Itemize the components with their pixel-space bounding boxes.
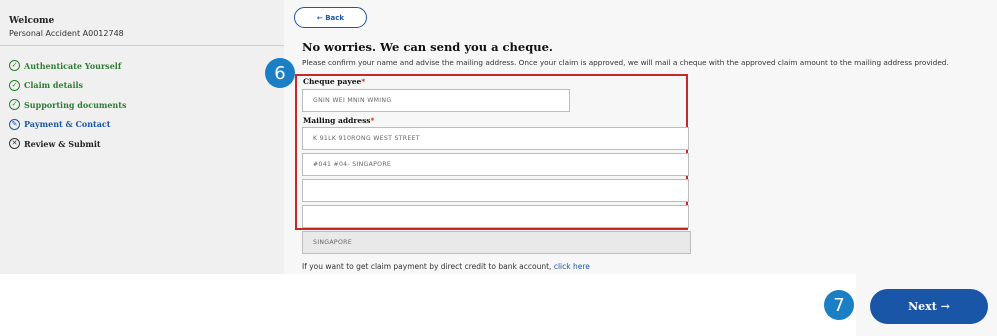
required-mark: * [361, 77, 366, 86]
sidebar: Welcome Personal Accident A0012748 ✓ Aut… [0, 0, 284, 274]
welcome-text: Welcome [9, 16, 55, 26]
address-line-3-input[interactable] [302, 179, 689, 202]
step-payment-contact[interactable]: ✎ Payment & Contact [9, 115, 126, 135]
direct-credit-note: If you want to get claim payment by dire… [302, 262, 590, 271]
mailing-address-label: Mailing address* [303, 116, 374, 125]
required-mark: * [370, 116, 375, 125]
direct-credit-link[interactable]: click here [554, 262, 590, 271]
country-field: SINGAPORE [302, 231, 691, 254]
address-line-4-input[interactable] [302, 205, 689, 228]
cheque-payee-input[interactable]: GNIN WEI MNIN WMING [302, 89, 570, 112]
x-circle-icon: ✕ [9, 138, 20, 150]
mailing-address-label-text: Mailing address [303, 116, 371, 125]
sidebar-divider [0, 45, 284, 46]
step-label: Review & Submit [24, 138, 101, 149]
annotation-badge-7: 7 [824, 290, 854, 320]
step-supporting-documents[interactable]: ✓ Supporting documents [9, 95, 126, 115]
back-button[interactable]: ← Back [294, 7, 367, 28]
progress-steps: ✓ Authenticate Yourself ✓ Claim details … [9, 56, 126, 154]
step-label: Payment & Contact [24, 119, 111, 130]
step-label: Supporting documents [24, 99, 127, 110]
instructions-text: Please confirm your name and advise the … [302, 58, 949, 67]
policy-name: Personal Accident A0012748 [9, 29, 124, 38]
annotation-badge-6: 6 [265, 58, 295, 88]
step-review-submit: ✕ Review & Submit [9, 134, 126, 154]
cheque-payee-label-text: Cheque payee [303, 77, 362, 86]
step-label: Authenticate Yourself [24, 60, 122, 71]
address-line-1-input[interactable]: K 91LK 910RONG WEST STREET [302, 127, 689, 150]
check-circle-icon: ✓ [9, 60, 20, 72]
next-button[interactable]: Next → [870, 289, 988, 324]
step-label: Claim details [24, 80, 84, 91]
step-claim-details[interactable]: ✓ Claim details [9, 76, 126, 96]
edit-circle-icon: ✎ [9, 118, 20, 130]
direct-credit-text: If you want to get claim payment by dire… [302, 262, 552, 271]
page-title: No worries. We can send you a cheque. [302, 40, 553, 54]
cheque-payee-label: Cheque payee* [303, 77, 365, 86]
address-line-2-input[interactable]: #041 #04- SINGAPORE [302, 153, 689, 176]
check-circle-icon: ✓ [9, 99, 20, 111]
check-circle-icon: ✓ [9, 79, 20, 91]
step-authenticate[interactable]: ✓ Authenticate Yourself [9, 56, 126, 76]
